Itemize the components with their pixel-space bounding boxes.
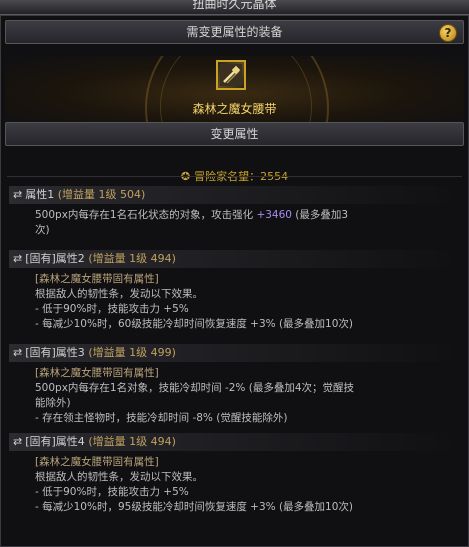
attribute-3: ⇄ [固有]属性3 (增益量 1级 499) [森林之魔女腰带固有属性] 500p… <box>9 344 460 426</box>
description-line: - 每减少10%时，95级技能冷却时间恢复速度 +3% (最多叠加10次) <box>35 501 354 513</box>
attribute-header[interactable]: ⇄ [固有]属性2 (增益量 1级 494) <box>9 250 460 268</box>
attribute-1: ⇄ 属性1 (增益量 1级 504) 500px内每存在1名石化状态的对象，攻击强… <box>9 186 460 238</box>
attribute-level: (增益量 1级 504) <box>57 188 146 201</box>
belt-item-icon[interactable] <box>216 60 246 90</box>
shuffle-icon: ⇄ <box>13 346 23 359</box>
attribute-description: [森林之魔女腰带固有属性] 500px内每存在1名对象，技能冷却时间 -2% (… <box>9 362 460 426</box>
change-section-header: 变更属性 <box>5 122 464 146</box>
attribute-level: (增益量 1级 499) <box>88 346 176 359</box>
equipment-attribute-window: 需变更属性的装备 ? 森林之魔女腰带 变更属性 ✪冒险家名望：2554 ⇄属性1… <box>0 15 469 547</box>
attribute-header[interactable]: ⇄ 属性1 (增益量 1级 504) <box>9 186 460 204</box>
description-line: [森林之魔女腰带固有属性] <box>35 456 159 468</box>
shuffle-icon: ⇄ <box>13 435 23 448</box>
attribute-2: ⇄ [固有]属性2 (增益量 1级 494) [森林之魔女腰带固有属性] 根据敌人… <box>9 250 460 332</box>
attribute-title: 属性1 <box>25 188 55 201</box>
window-title: 扭曲时久元晶体 <box>192 0 277 11</box>
description-line: - 存在领主怪物时，技能冷却时间 -8% (觉醒技能除外) <box>35 412 288 424</box>
attribute-level: (增益量 1级 494) <box>88 435 176 448</box>
equip-section-header: 需变更属性的装备 ? <box>5 20 464 44</box>
attribute-description: 500px内每存在1名石化状态的对象，攻击强化 +3460 (最多叠加3 次) <box>9 204 460 238</box>
attribute-title: [固有]属性4 <box>25 435 85 448</box>
description-line: - 低于90%时，技能攻击力 +5% <box>35 303 189 315</box>
description-line: - 每减少10%时，60级技能冷却时间恢复速度 +3% (最多叠加10次) <box>35 318 354 330</box>
equip-section-title: 需变更属性的装备 <box>186 25 283 39</box>
description-line: 500px内每存在1名石化状态的对象，攻击强化 +3460 (最多叠加3 <box>35 208 460 223</box>
description-line: 能除外) <box>35 397 71 409</box>
description-line: 500px内每存在1名对象，技能冷却时间 -2% (最多叠加4次；觉醒技 <box>35 382 354 394</box>
description-line: 根据敌人的韧性条，发动以下效果。 <box>35 471 203 483</box>
change-section-title: 变更属性 <box>210 127 259 141</box>
attribute-description: [森林之魔女腰带固有属性] 根据敌人的韧性条，发动以下效果。 - 低于90%时，… <box>9 451 460 515</box>
description-text-tail: (最多叠加3 <box>291 209 349 221</box>
description-line: [森林之魔女腰带固有属性] <box>35 273 159 285</box>
description-text: 500px内每存在1名石化状态的对象，攻击强化 <box>35 209 257 221</box>
attack-bonus-value: +3460 <box>256 209 292 221</box>
attribute-level: (增益量 1级 494) <box>88 252 176 265</box>
belt-glyph-icon <box>220 64 242 86</box>
attribute-description: [森林之魔女腰带固有属性] 根据敌人的韧性条，发动以下效果。 - 低于90%时，… <box>9 268 460 332</box>
window-titlebar: 扭曲时久元晶体 <box>0 0 469 15</box>
attribute-header[interactable]: ⇄ [固有]属性4 (增益量 1级 494) <box>9 433 460 451</box>
item-name: 森林之魔女腰带 <box>192 102 277 116</box>
attribute-title: [固有]属性3 <box>25 346 85 359</box>
attribute-4: ⇄ [固有]属性4 (增益量 1级 494) [森林之魔女腰带固有属性] 根据敌人… <box>9 433 460 515</box>
description-line: - 低于90%时，技能攻击力 +5% <box>35 486 189 498</box>
attribute-title: [固有]属性2 <box>25 252 85 265</box>
description-line: 根据敌人的韧性条，发动以下效果。 <box>35 288 203 300</box>
divider <box>7 176 462 177</box>
attribute-header[interactable]: ⇄ [固有]属性3 (增益量 1级 499) <box>9 344 460 362</box>
description-line: [森林之魔女腰带固有属性] <box>35 367 159 379</box>
shuffle-icon: ⇄ <box>13 252 23 265</box>
shuffle-icon: ⇄ <box>13 188 23 201</box>
help-icon[interactable]: ? <box>439 24 457 42</box>
description-line: 次) <box>35 224 50 236</box>
